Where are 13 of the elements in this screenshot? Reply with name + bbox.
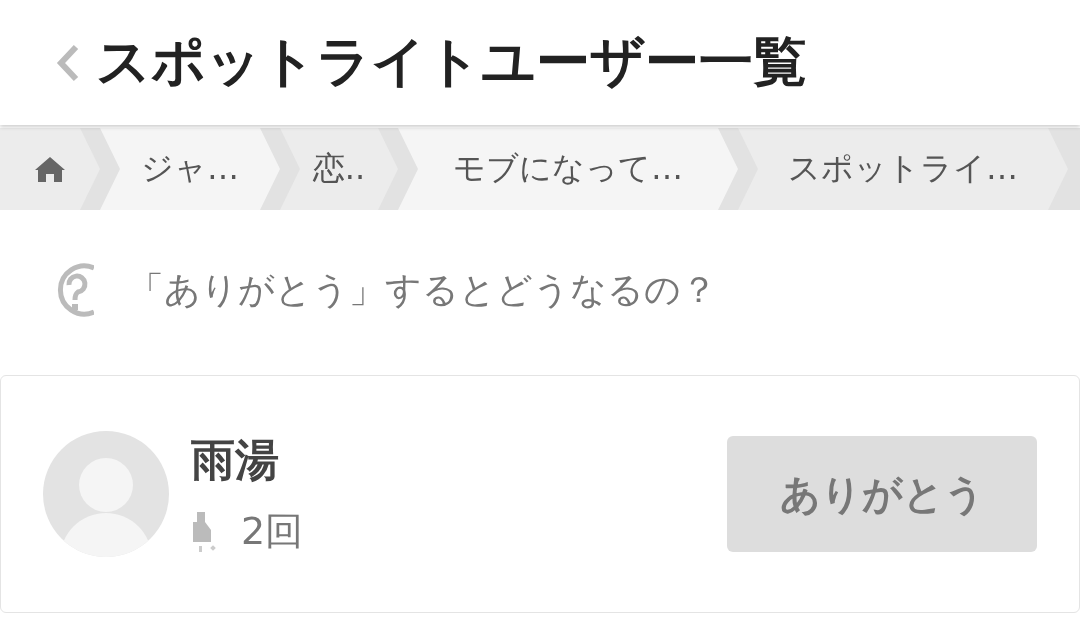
help-link[interactable]: 「ありがとう」するとどうなるの？ [128, 265, 717, 315]
thanks-count: 2回 [241, 508, 304, 555]
breadcrumb-item[interactable]: ジャ… [100, 128, 280, 210]
breadcrumb-item[interactable]: スポットライ… [738, 128, 1068, 210]
back-icon[interactable] [56, 42, 80, 83]
breadcrumb-item[interactable]: 恋.. [280, 128, 398, 210]
page-title: スポットライトユーザー一覧 [96, 29, 807, 95]
thanks-button[interactable]: ありがとう [727, 436, 1037, 552]
home-icon [34, 155, 66, 183]
user-name: 雨湯 [191, 433, 280, 487]
breadcrumb-item[interactable]: モブになって… [398, 128, 738, 210]
avatar-icon [43, 431, 169, 557]
breadcrumb-home[interactable] [0, 128, 100, 210]
